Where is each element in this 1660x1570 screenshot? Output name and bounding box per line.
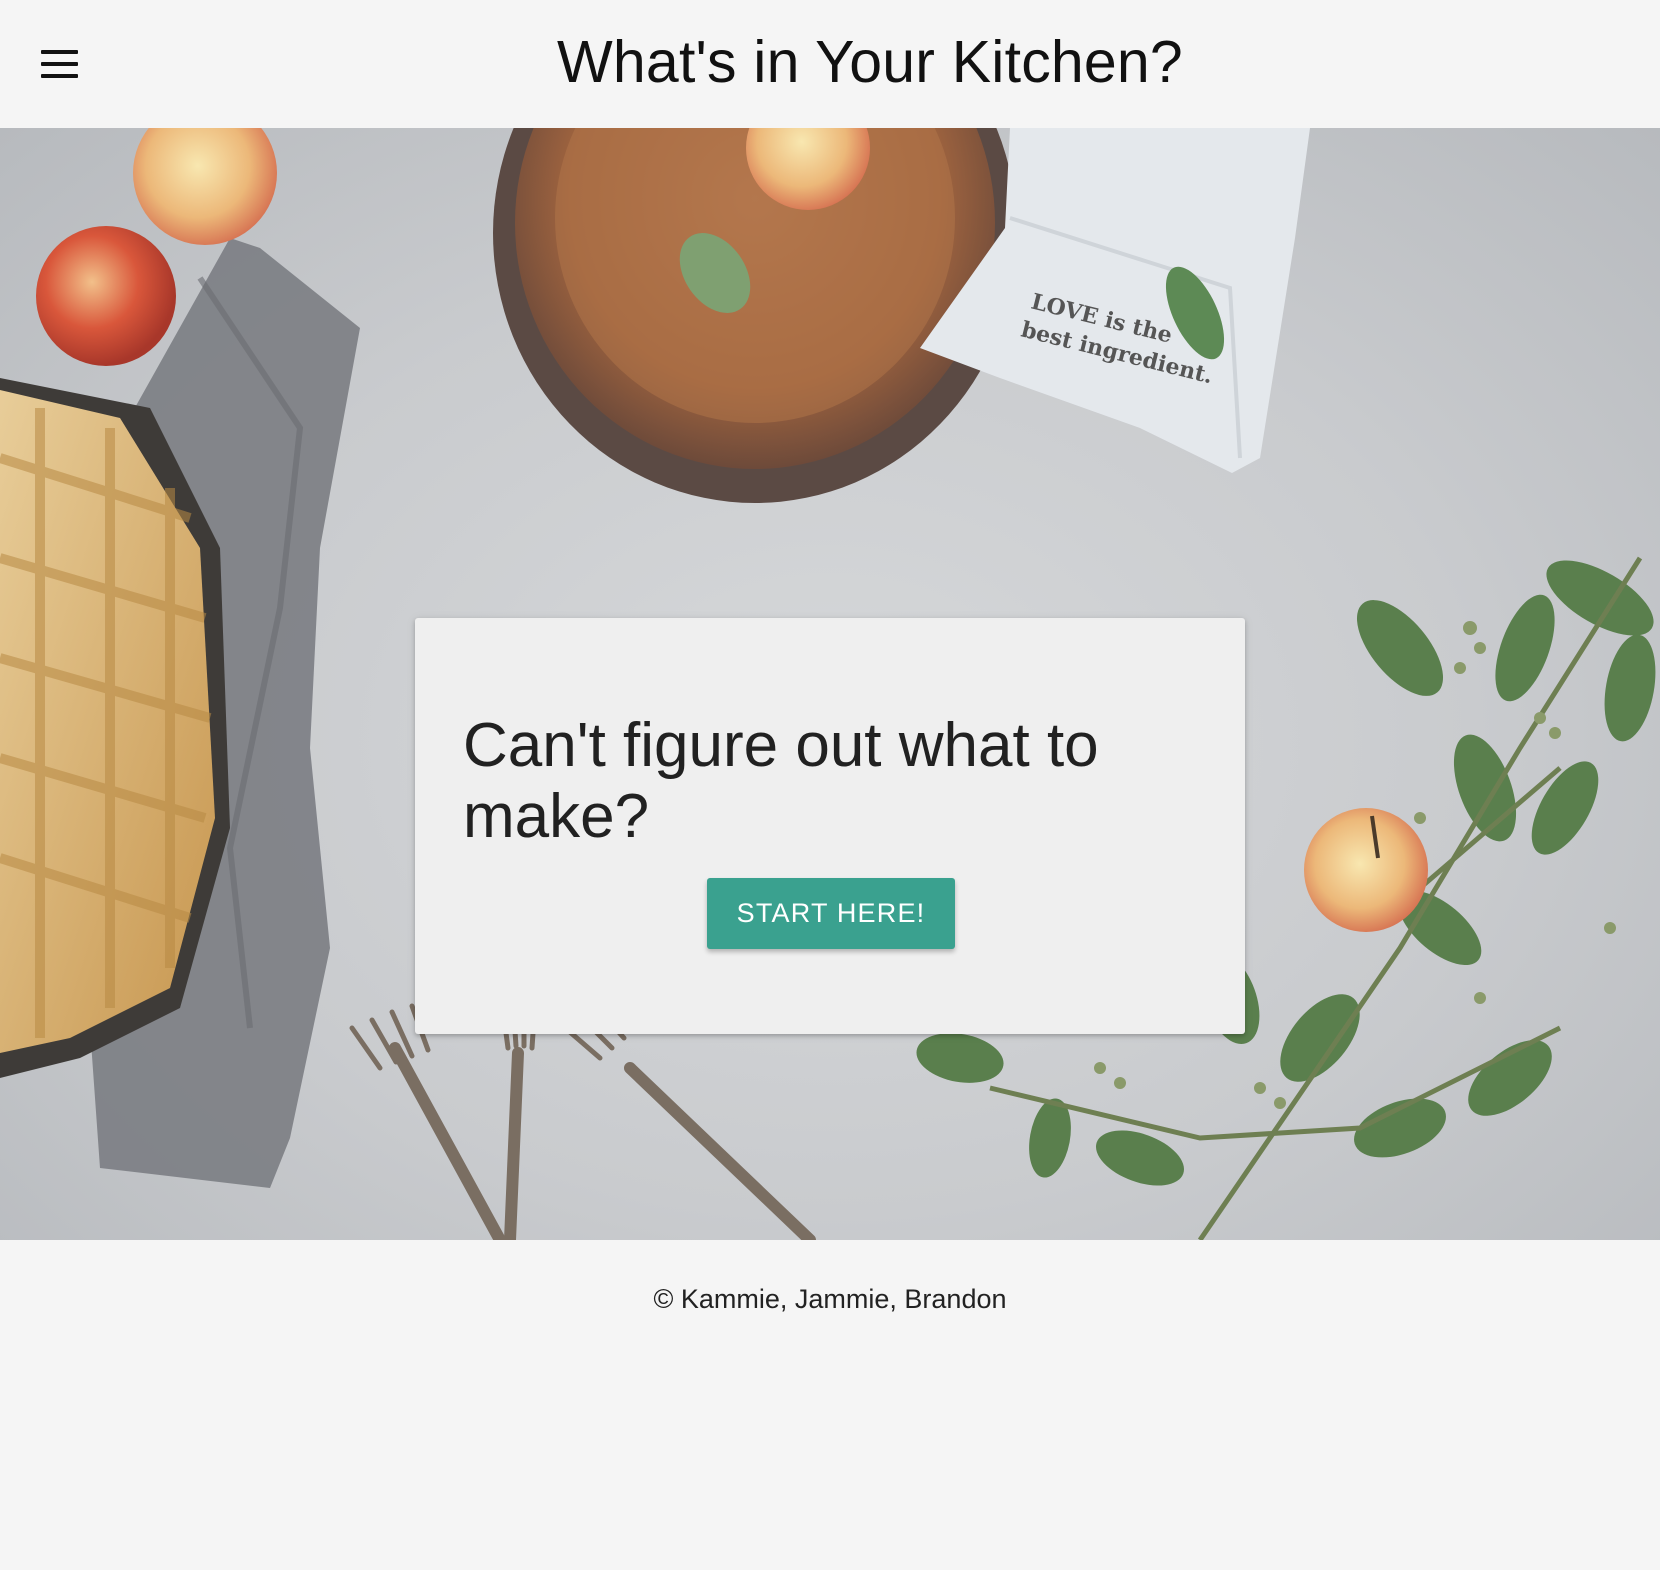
- app-header: What's in Your Kitchen?: [0, 0, 1660, 128]
- start-here-button[interactable]: START HERE!: [707, 878, 955, 949]
- apple: [36, 226, 176, 366]
- card-heading: Can't figure out what to make?: [463, 711, 1099, 851]
- copyright-text: © Kammie, Jammie, Brandon: [653, 1284, 1007, 1314]
- page-title: What's in Your Kitchen?: [557, 29, 1183, 95]
- apple: [1304, 808, 1428, 932]
- hero-section: LOVE is the best ingredient. Can't figur…: [0, 128, 1660, 1240]
- intro-card: Can't figure out what to make? START HER…: [415, 618, 1245, 1034]
- apple: [133, 128, 277, 245]
